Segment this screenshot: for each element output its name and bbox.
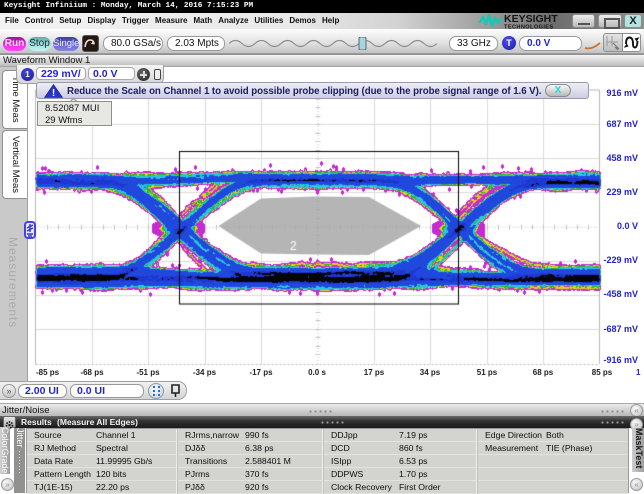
svg-text:KEYSIGHT: KEYSIGHT	[504, 13, 558, 25]
svg-text:!: !	[52, 88, 55, 98]
